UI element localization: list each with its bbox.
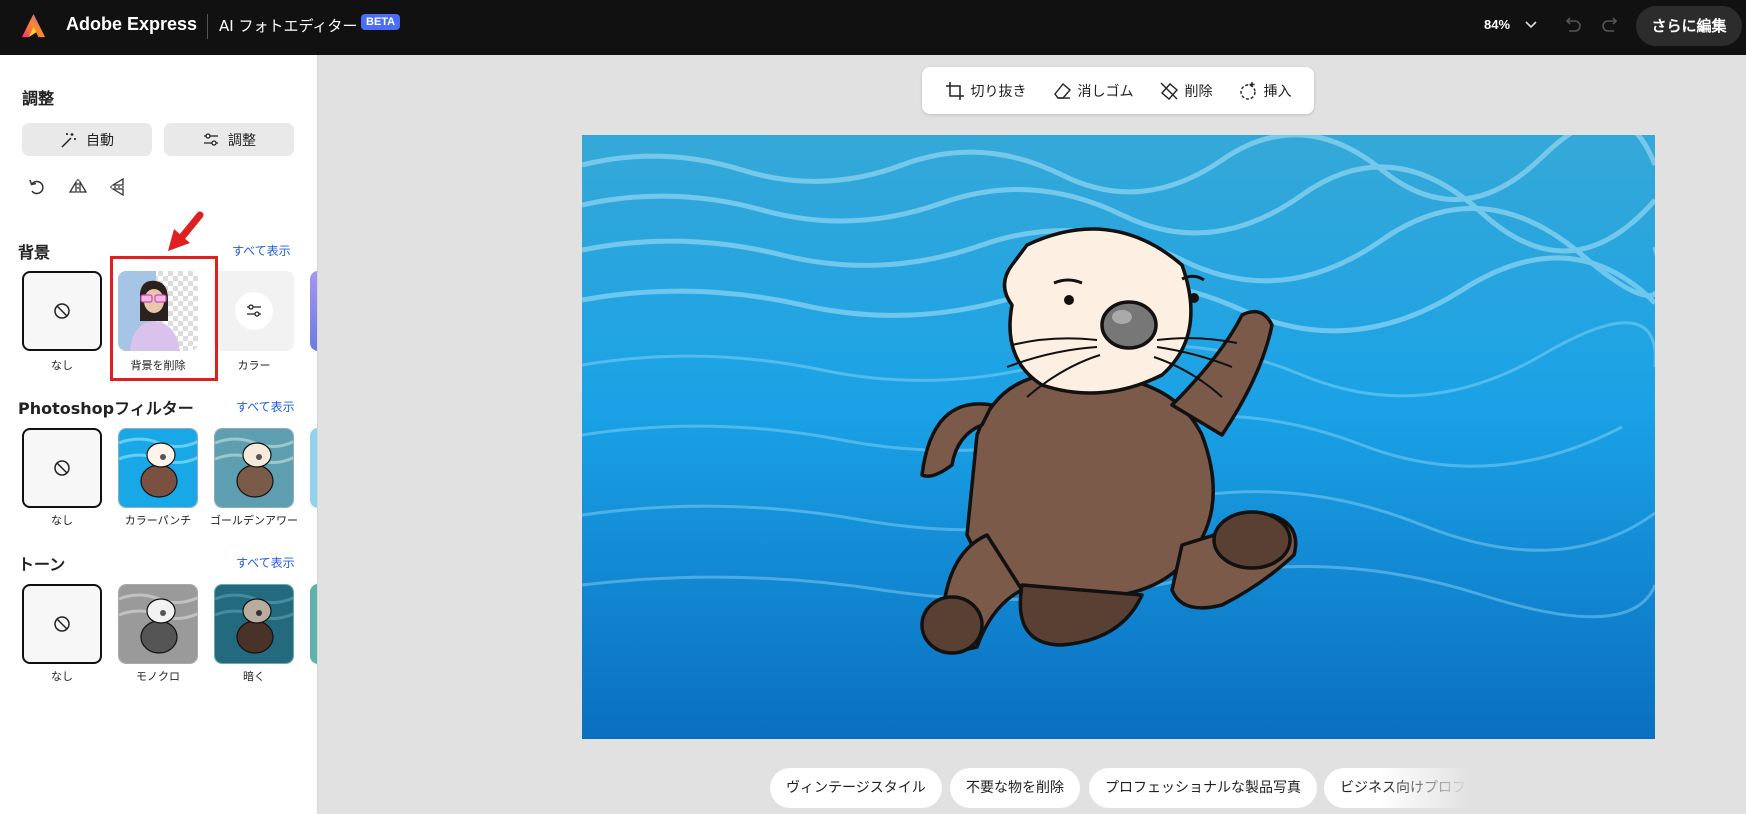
filter-next-option-partial[interactable] (310, 428, 317, 508)
remove-icon (1160, 82, 1178, 100)
highlight-annotation-box (110, 256, 218, 381)
photo-canvas[interactable] (582, 135, 1655, 739)
dark-thumbnail (215, 585, 293, 663)
tool-name: AI フォトエディター (219, 17, 358, 35)
adjust-label: 調整 (228, 132, 256, 149)
app-name: Adobe Express (66, 14, 198, 34)
crop-icon (945, 81, 964, 100)
filter-color-punch-option[interactable] (118, 428, 198, 508)
tone-dark-label: 暗く (243, 670, 265, 683)
edit-toolbar: 切り抜き 消しゴム 削除 挿入 (922, 67, 1314, 114)
remove-tool[interactable]: 削除 (1159, 81, 1213, 101)
eraser-tool[interactable]: 消しゴム (1052, 81, 1134, 101)
color-punch-thumbnail (119, 429, 197, 507)
header-divider (207, 14, 208, 39)
auto-label: 自動 (86, 132, 114, 149)
auto-button[interactable]: 自動 (22, 123, 152, 156)
flip-horizontal-icon[interactable] (67, 176, 89, 198)
sea-otter-underwater-image (582, 135, 1655, 739)
tone-monochrome-option[interactable] (118, 584, 198, 664)
adobe-express-logo[interactable] (20, 12, 47, 39)
tone-dark-option[interactable] (214, 584, 294, 664)
sliders-icon (204, 132, 218, 146)
filter-none-option[interactable] (22, 428, 102, 508)
insert-icon (1239, 81, 1256, 100)
chips-fade-overlay (1380, 768, 1470, 808)
adjust-button[interactable]: 調整 (164, 123, 294, 156)
background-none-label: なし (51, 359, 73, 372)
no-symbol-icon (54, 303, 70, 319)
adjust-section-title: 調整 (22, 89, 55, 108)
undo-icon[interactable] (1561, 14, 1583, 36)
golden-hour-thumbnail (215, 429, 293, 507)
background-next-option-partial[interactable] (310, 271, 317, 351)
suggestion-chip-vintage[interactable]: ヴィンテージスタイル (770, 768, 942, 808)
insert-label: 挿入 (1263, 83, 1292, 100)
zoom-level[interactable]: 84% (1484, 17, 1510, 32)
color-option-badge (235, 292, 273, 330)
tone-view-all-link[interactable]: すべて表示 (236, 554, 295, 571)
redo-icon[interactable] (1600, 14, 1622, 36)
left-panel: 調整 自動 調整 背景 すべて表示 なし 背景を削除 カラー Photoshop… (0, 55, 318, 814)
remove-label: 削除 (1184, 83, 1213, 100)
flip-vertical-icon[interactable] (107, 176, 129, 198)
suggestion-chip-product-photo[interactable]: プロフェッショナルな製品写真 (1089, 768, 1317, 808)
background-color-label: カラー (237, 359, 271, 372)
background-none-option[interactable] (22, 271, 102, 351)
background-color-option[interactable] (214, 271, 294, 351)
background-section-title: 背景 (18, 243, 51, 262)
eraser-label: 消しゴム (1077, 83, 1134, 100)
monochrome-thumbnail (119, 585, 197, 663)
magic-wand-icon (61, 132, 76, 148)
chevron-down-icon[interactable] (1523, 16, 1539, 32)
beta-badge: BETA (361, 14, 401, 30)
tone-none-label: なし (51, 670, 73, 683)
filters-section-title: Photoshopフィルター (18, 399, 194, 418)
background-view-all-link[interactable]: すべて表示 (232, 242, 291, 259)
crop-tool[interactable]: 切り抜き (945, 81, 1027, 101)
filter-none-label: なし (51, 514, 73, 527)
rotate-icon[interactable] (26, 176, 48, 198)
filter-color-punch-label: カラーパンチ (124, 514, 192, 527)
top-bar: Adobe Express AI フォトエディター BETA 84% さらに編集 (0, 0, 1746, 55)
eraser-icon (1053, 82, 1071, 99)
filter-golden-hour-option[interactable] (214, 428, 294, 508)
more-edit-button[interactable]: さらに編集 (1636, 6, 1742, 46)
tone-section-title: トーン (18, 555, 66, 574)
sliders-icon (247, 304, 261, 317)
tone-monochrome-label: モノクロ (136, 670, 180, 683)
tone-none-option[interactable] (22, 584, 102, 664)
tone-next-option-partial[interactable] (310, 584, 317, 664)
filters-view-all-link[interactable]: すべて表示 (236, 398, 295, 415)
red-arrow-annotation (168, 211, 204, 251)
no-symbol-icon (54, 460, 70, 476)
crop-label: 切り抜き (970, 83, 1027, 100)
insert-tool[interactable]: 挿入 (1238, 81, 1292, 101)
suggestion-chip-remove-object[interactable]: 不要な物を削除 (950, 768, 1080, 808)
no-symbol-icon (54, 616, 70, 632)
filter-golden-hour-label: ゴールデンアワー (210, 514, 298, 527)
